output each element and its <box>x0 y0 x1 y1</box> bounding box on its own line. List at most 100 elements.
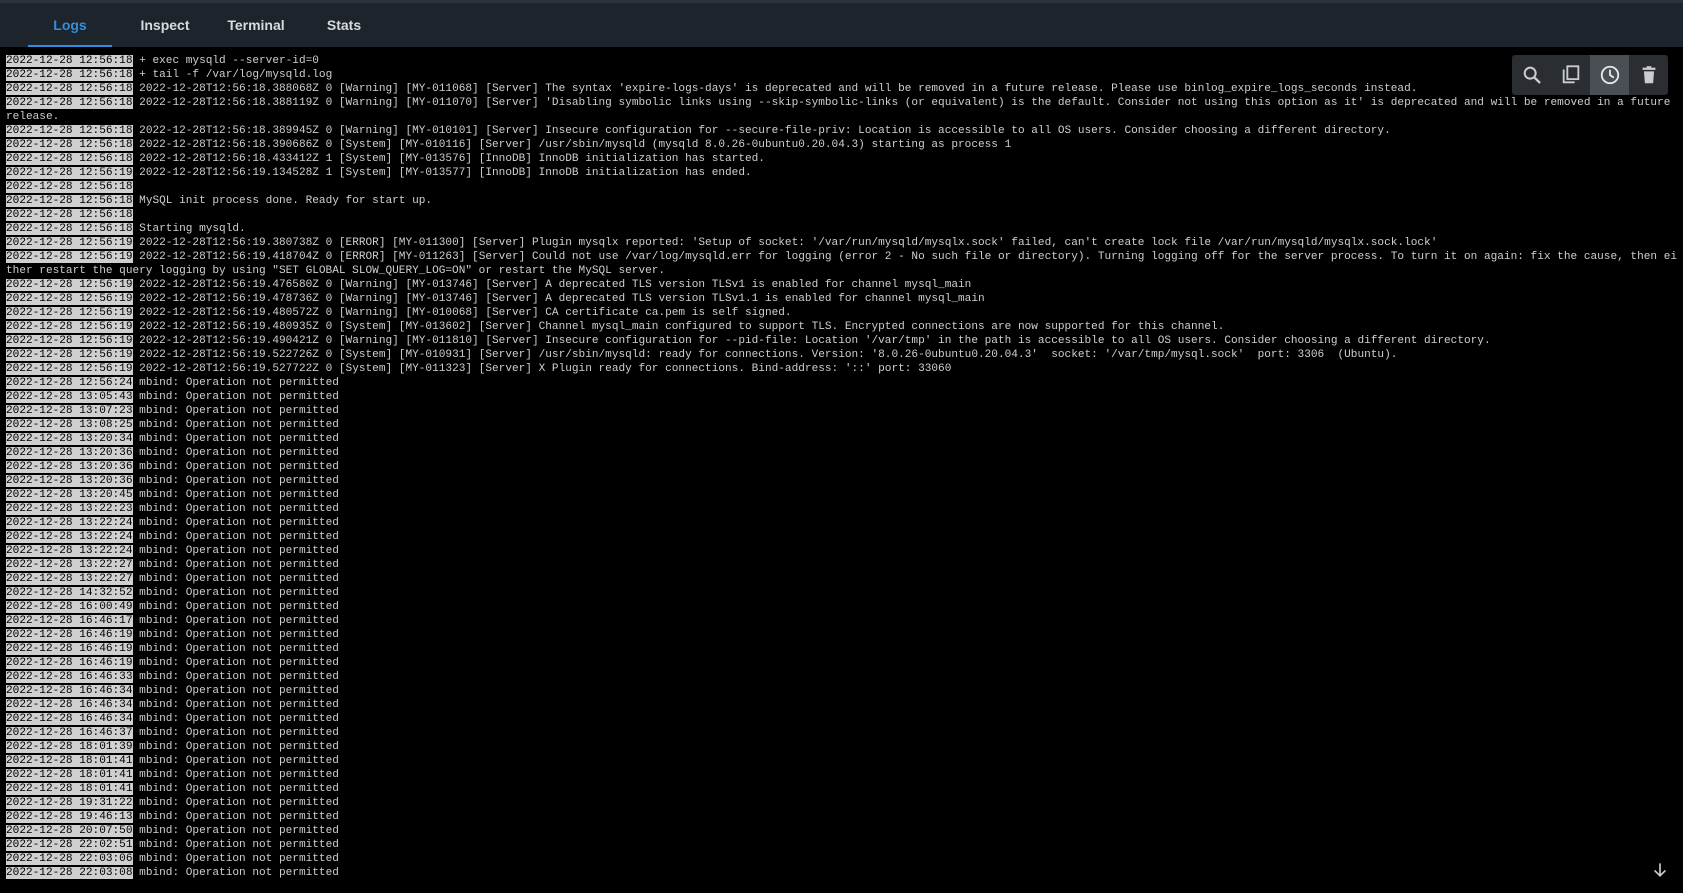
log-timestamp: 2022-12-28 13:05:43 <box>6 391 133 403</box>
log-message: mbind: Operation not permitted <box>139 377 339 389</box>
log-message: + exec mysqld --server-id=0 <box>139 55 319 67</box>
log-line: 2022-12-28 12:56:18 <box>6 180 1678 194</box>
log-line: 2022-12-28 16:46:37 mbind: Operation not… <box>6 726 1678 740</box>
log-timestamp: 2022-12-28 12:56:19 <box>6 321 133 333</box>
log-line: 2022-12-28 13:22:24 mbind: Operation not… <box>6 544 1678 558</box>
log-timestamp: 2022-12-28 22:02:51 <box>6 839 133 851</box>
log-timestamp: 2022-12-28 13:22:27 <box>6 573 133 585</box>
log-line: 2022-12-28 12:56:18 <box>6 208 1678 222</box>
timestamps-toggle[interactable] <box>1590 55 1629 95</box>
log-message: Starting mysqld. <box>139 223 246 235</box>
log-timestamp: 2022-12-28 12:56:19 <box>6 307 133 319</box>
search-icon <box>1523 66 1541 84</box>
log-timestamp: 2022-12-28 13:20:36 <box>6 447 133 459</box>
log-message: 2022-12-28T12:56:19.480935Z 0 [System] [… <box>139 321 1225 333</box>
tab-bar: Logs Inspect Terminal Stats <box>0 0 1683 47</box>
log-line: 2022-12-28 13:22:24 mbind: Operation not… <box>6 516 1678 530</box>
log-message: mbind: Operation not permitted <box>139 853 339 865</box>
log-timestamp: 2022-12-28 13:20:34 <box>6 433 133 445</box>
log-timestamp: 2022-12-28 13:22:24 <box>6 531 133 543</box>
tab-logs[interactable]: Logs <box>28 3 112 47</box>
log-message: mbind: Operation not permitted <box>139 671 339 683</box>
log-line: 2022-12-28 12:56:18 Starting mysqld. <box>6 222 1678 236</box>
log-timestamp: 2022-12-28 16:46:34 <box>6 685 133 697</box>
tab-terminal[interactable]: Terminal <box>218 3 294 47</box>
log-output[interactable]: 2022-12-28 12:56:18 + exec mysqld --serv… <box>6 54 1678 890</box>
log-timestamp: 2022-12-28 12:56:19 <box>6 167 133 179</box>
tab-stats[interactable]: Stats <box>314 3 374 47</box>
log-timestamp: 2022-12-28 14:32:52 <box>6 587 133 599</box>
clear-button[interactable] <box>1629 55 1668 95</box>
log-message: mbind: Operation not permitted <box>139 825 339 837</box>
log-line: 2022-12-28 12:56:18 2022-12-28T12:56:18.… <box>6 82 1678 96</box>
log-line: 2022-12-28 18:01:39 mbind: Operation not… <box>6 740 1678 754</box>
log-line: 2022-12-28 18:01:41 mbind: Operation not… <box>6 768 1678 782</box>
log-line: 2022-12-28 18:01:41 mbind: Operation not… <box>6 754 1678 768</box>
log-timestamp: 2022-12-28 12:56:18 <box>6 97 133 109</box>
log-message: 2022-12-28T12:56:19.490421Z 0 [Warning] … <box>139 335 1491 347</box>
log-timestamp: 2022-12-28 13:20:45 <box>6 489 133 501</box>
log-timestamp: 2022-12-28 20:07:50 <box>6 825 133 837</box>
log-message: mbind: Operation not permitted <box>139 531 339 543</box>
log-timestamp: 2022-12-28 12:56:19 <box>6 335 133 347</box>
log-timestamp: 2022-12-28 12:56:19 <box>6 349 133 361</box>
log-timestamp: 2022-12-28 16:46:19 <box>6 643 133 655</box>
log-message: mbind: Operation not permitted <box>139 797 339 809</box>
log-timestamp: 2022-12-28 13:20:36 <box>6 475 133 487</box>
log-timestamp: 2022-12-28 12:56:18 <box>6 69 133 81</box>
log-message: mbind: Operation not permitted <box>139 587 339 599</box>
log-message: 2022-12-28T12:56:19.476580Z 0 [Warning] … <box>139 279 972 291</box>
log-message: mbind: Operation not permitted <box>139 783 339 795</box>
tab-inspect[interactable]: Inspect <box>124 3 206 47</box>
log-line: 2022-12-28 13:20:36 mbind: Operation not… <box>6 446 1678 460</box>
log-timestamp: 2022-12-28 16:46:34 <box>6 713 133 725</box>
log-message: 2022-12-28T12:56:18.390686Z 0 [System] [… <box>139 139 1012 151</box>
log-timestamp: 2022-12-28 13:20:36 <box>6 461 133 473</box>
log-line: 2022-12-28 12:56:18 2022-12-28T12:56:18.… <box>6 124 1678 138</box>
log-timestamp: 2022-12-28 22:03:06 <box>6 853 133 865</box>
log-message: mbind: Operation not permitted <box>139 545 339 557</box>
log-message: mbind: Operation not permitted <box>139 867 339 879</box>
log-timestamp: 2022-12-28 16:46:34 <box>6 699 133 711</box>
log-message: mbind: Operation not permitted <box>139 405 339 417</box>
log-timestamp: 2022-12-28 12:56:18 <box>6 209 133 221</box>
log-message: mbind: Operation not permitted <box>139 629 339 641</box>
log-line: 2022-12-28 16:46:19 mbind: Operation not… <box>6 642 1678 656</box>
log-line: 2022-12-28 13:22:23 mbind: Operation not… <box>6 502 1678 516</box>
log-message: 2022-12-28T12:56:19.134528Z 1 [System] [… <box>139 167 752 179</box>
log-message: mbind: Operation not permitted <box>139 643 339 655</box>
log-timestamp: 2022-12-28 16:46:19 <box>6 657 133 669</box>
log-line: 2022-12-28 14:32:52 mbind: Operation not… <box>6 586 1678 600</box>
log-message: 2022-12-28T12:56:19.522726Z 0 [System] [… <box>139 349 1398 361</box>
log-line: 2022-12-28 12:56:18 2022-12-28T12:56:18.… <box>6 152 1678 166</box>
search-button[interactable] <box>1512 55 1551 95</box>
log-timestamp: 2022-12-28 16:46:33 <box>6 671 133 683</box>
log-message: mbind: Operation not permitted <box>139 727 339 739</box>
log-line: 2022-12-28 13:20:34 mbind: Operation not… <box>6 432 1678 446</box>
log-line: 2022-12-28 16:46:17 mbind: Operation not… <box>6 614 1678 628</box>
log-timestamp: 2022-12-28 12:56:18 <box>6 223 133 235</box>
log-line: 2022-12-28 12:56:18 2022-12-28T12:56:18.… <box>6 96 1678 124</box>
log-line: 2022-12-28 12:56:19 2022-12-28T12:56:19.… <box>6 334 1678 348</box>
log-line: 2022-12-28 12:56:18 + tail -f /var/log/m… <box>6 68 1678 82</box>
log-message: mbind: Operation not permitted <box>139 755 339 767</box>
log-line: 2022-12-28 12:56:18 2022-12-28T12:56:18.… <box>6 138 1678 152</box>
log-message: mbind: Operation not permitted <box>139 685 339 697</box>
copy-button[interactable] <box>1551 55 1590 95</box>
log-line: 2022-12-28 16:46:34 mbind: Operation not… <box>6 698 1678 712</box>
log-line: 2022-12-28 16:00:49 mbind: Operation not… <box>6 600 1678 614</box>
log-message: 2022-12-28T12:56:19.478736Z 0 [Warning] … <box>139 293 985 305</box>
log-line: 2022-12-28 13:07:23 mbind: Operation not… <box>6 404 1678 418</box>
log-timestamp: 2022-12-28 12:56:19 <box>6 363 133 375</box>
log-timestamp: 2022-12-28 12:56:19 <box>6 279 133 291</box>
log-timestamp: 2022-12-28 16:46:37 <box>6 727 133 739</box>
log-timestamp: 2022-12-28 16:46:19 <box>6 629 133 641</box>
log-line: 2022-12-28 13:20:36 mbind: Operation not… <box>6 474 1678 488</box>
log-timestamp: 2022-12-28 12:56:18 <box>6 181 133 193</box>
log-line: 2022-12-28 13:22:24 mbind: Operation not… <box>6 530 1678 544</box>
log-line: 2022-12-28 22:03:08 mbind: Operation not… <box>6 866 1678 880</box>
log-message: mbind: Operation not permitted <box>139 769 339 781</box>
scroll-to-bottom-button[interactable] <box>1648 858 1672 882</box>
log-timestamp: 2022-12-28 12:56:19 <box>6 293 133 305</box>
log-timestamp: 2022-12-28 12:56:18 <box>6 195 133 207</box>
